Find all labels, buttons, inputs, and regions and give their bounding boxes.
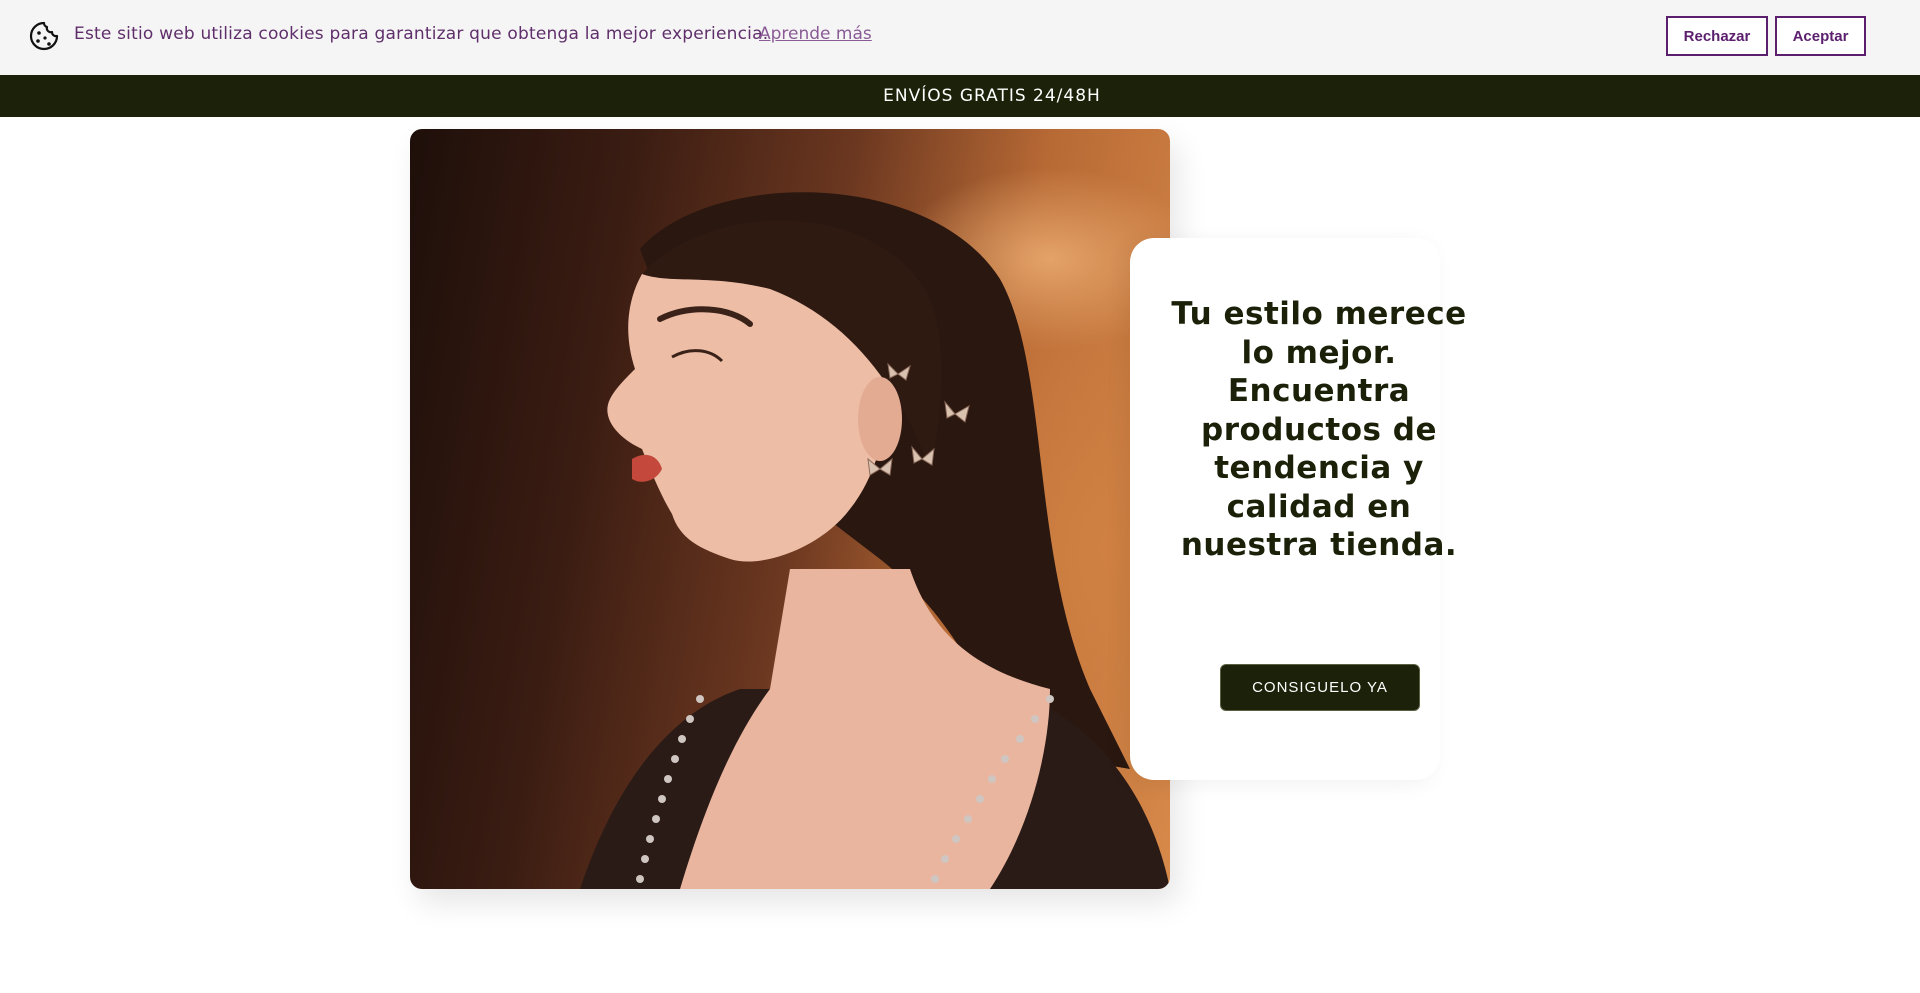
shop-now-button[interactable]: CONSIGUELO YA	[1220, 664, 1420, 711]
hero-image	[410, 129, 1170, 889]
model-earrings-photo	[580, 192, 1170, 889]
cookie-message: Este sitio web utiliza cookies para gara…	[74, 24, 769, 44]
cookie-icon	[28, 20, 60, 52]
hero-heading: Tu estilo merece lo mejor. Encuentra pro…	[1171, 296, 1467, 563]
announcement-bar: ENVÍOS GRATIS 24/48H	[0, 75, 1920, 117]
announcement-text: ENVÍOS GRATIS 24/48H	[883, 86, 1101, 106]
learn-more-link[interactable]: Aprende más	[759, 24, 872, 44]
reject-cookies-button[interactable]: Rechazar	[1666, 16, 1768, 56]
accept-cookies-button[interactable]: Aceptar	[1775, 16, 1866, 56]
cookie-banner: Este sitio web utiliza cookies para gara…	[0, 0, 1920, 75]
